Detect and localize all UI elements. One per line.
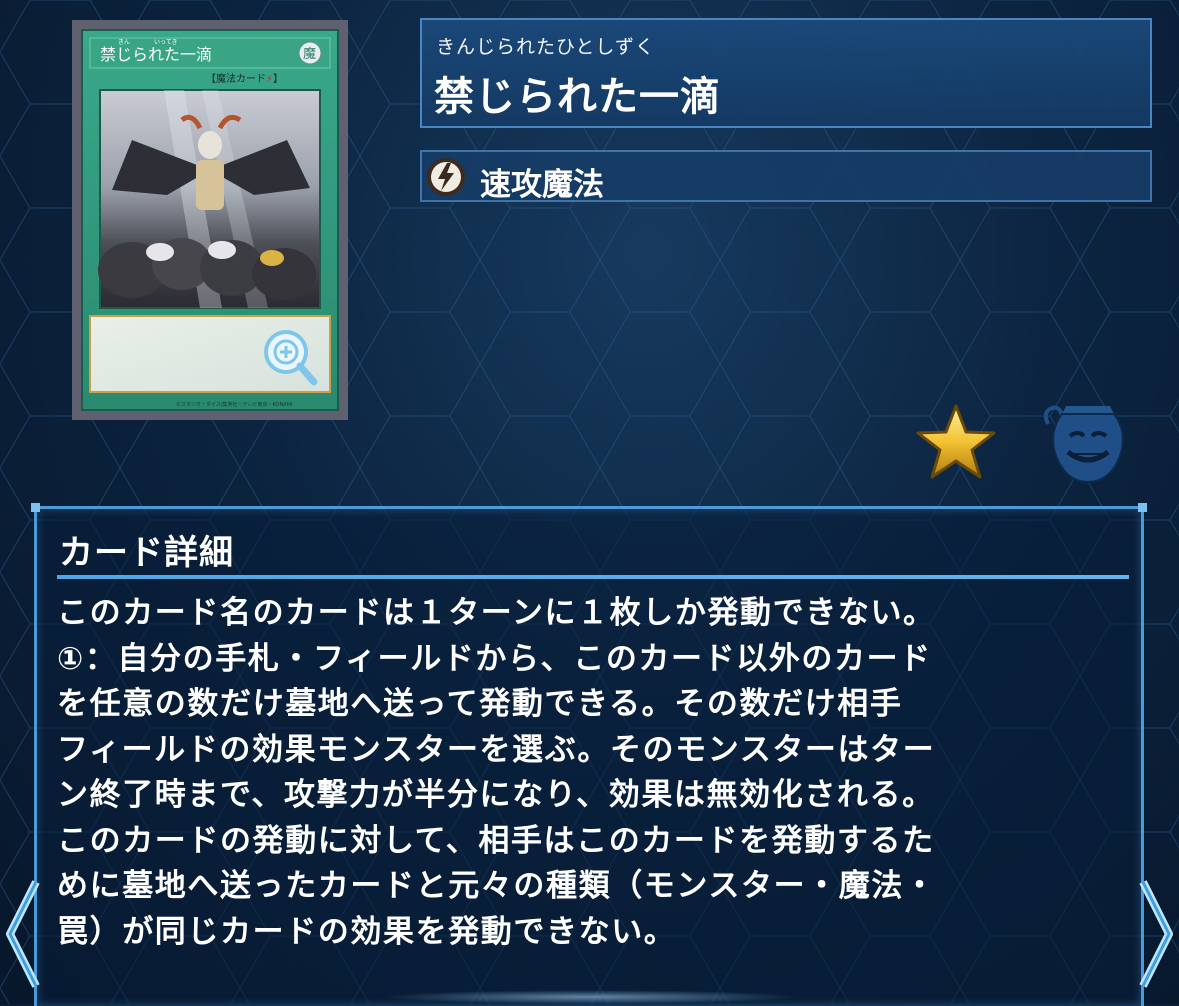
panel-corner-marker bbox=[1138, 503, 1147, 512]
panel-corner-marker bbox=[31, 503, 40, 512]
star-icon[interactable] bbox=[914, 402, 998, 482]
card-image[interactable]: きん いってき 禁じられた一滴 魔 【魔法カード⚡】 ©スタジオ・ダイス/集英社… bbox=[72, 20, 348, 420]
effect-line: を任意の数だけ墓地へ送って発動できる。その数だけ相手 bbox=[57, 686, 903, 722]
card-name-ruby: きんじられたひとしずく bbox=[436, 36, 656, 58]
card-type-box: 速攻魔法 bbox=[420, 150, 1152, 203]
effect-line: このカード名のカードは１ターンに１枚しか発動できない。 bbox=[57, 595, 936, 631]
card-detail-panel[interactable]: カード詳細 このカード名のカードは１ターンに１枚しか発動できない。 ①：自分の手… bbox=[31, 503, 1147, 1006]
art-type-line: 【魔法カード⚡】 bbox=[206, 72, 283, 85]
art-card-title: 禁じられた一滴 bbox=[100, 45, 212, 64]
art-footer: ©スタジオ・ダイス/集英社・テレビ東京・KONAMI bbox=[176, 401, 292, 408]
detail-title: カード詳細 bbox=[59, 533, 234, 573]
card-name-box: きんじられたひとしずく 禁じられた一滴 bbox=[420, 18, 1152, 128]
pot-of-greed-icon[interactable] bbox=[1040, 402, 1136, 484]
card-name: 禁じられた一滴 bbox=[434, 74, 721, 120]
card-type-label: 速攻魔法 bbox=[480, 167, 604, 203]
effect-line: ン終了時まで、攻撃力が半分になり、効果は無効化される。 bbox=[57, 777, 935, 813]
detail-title-divider bbox=[57, 575, 1129, 579]
card-effect-text: このカード名のカードは１ターンに１枚しか発動できない。 ①：自分の手札・フィール… bbox=[57, 591, 1137, 955]
effect-line: このカードの発動に対して、相手はこのカードを発動するた bbox=[57, 822, 935, 859]
effect-line: ①：自分の手札・フィールドから、このカード以外のカード bbox=[57, 640, 932, 677]
quick-play-spell-icon bbox=[427, 158, 465, 196]
effect-line: 罠）が同じカードの効果を発動できない。 bbox=[57, 913, 677, 950]
chevron-left-icon[interactable] bbox=[0, 876, 44, 992]
effect-line: めに墓地へ送ったカードと元々の種類（モンスター・魔法・ bbox=[57, 868, 937, 904]
effect-line: フィールドの効果モンスターを選ぶ。そのモンスターはター bbox=[57, 731, 936, 768]
bottom-glow bbox=[380, 990, 800, 1004]
chevron-right-icon[interactable] bbox=[1135, 876, 1179, 992]
art-attribute-glyph: 魔 bbox=[303, 47, 316, 62]
